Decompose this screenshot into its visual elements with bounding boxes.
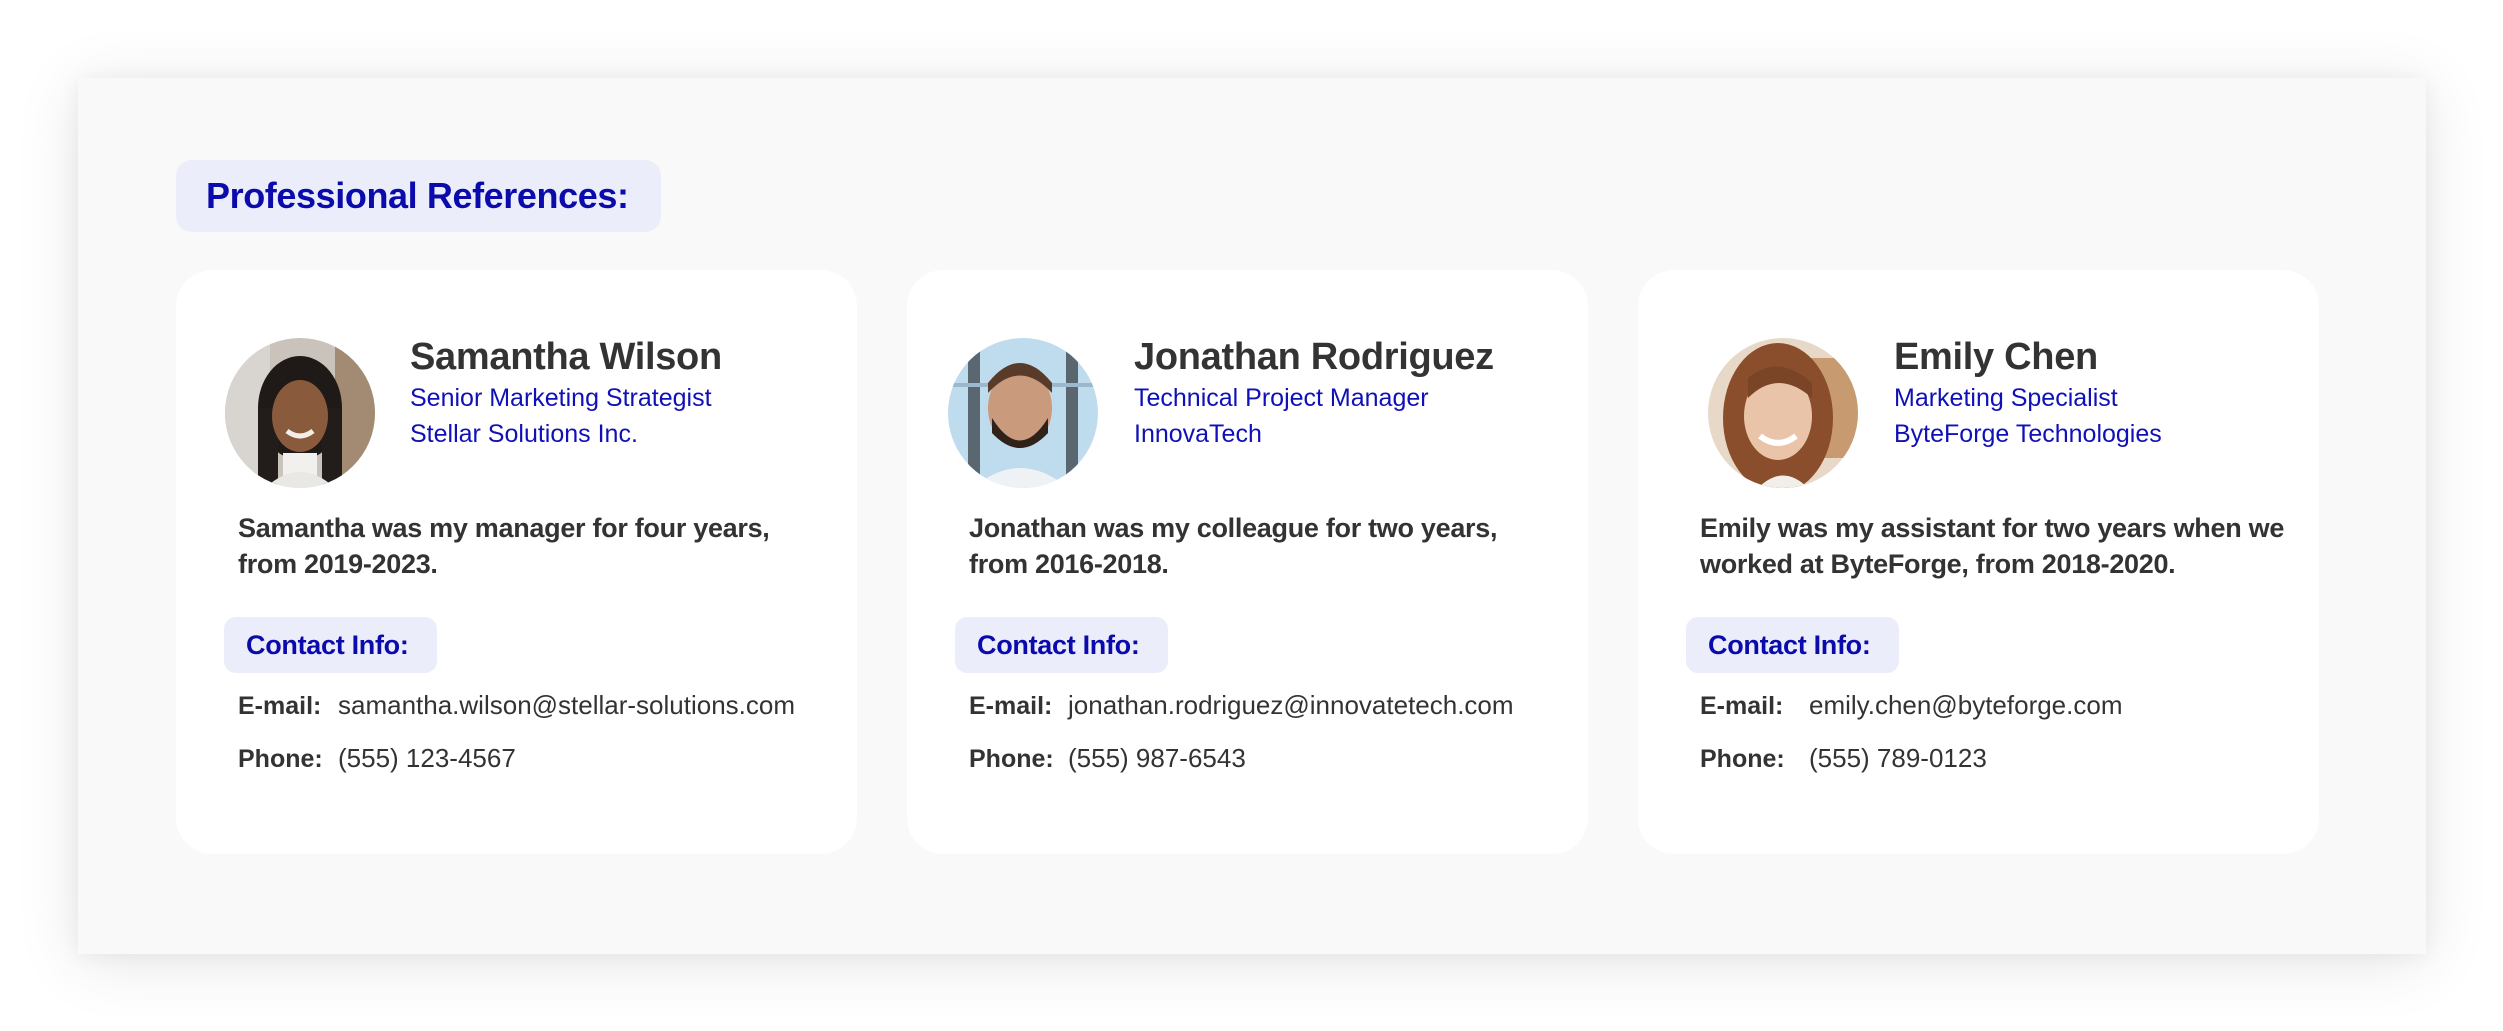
reference-title: Marketing Specialist [1894,384,2118,412]
reference-title: Technical Project Manager [1134,384,1429,412]
reference-company: Stellar Solutions Inc. [410,420,638,448]
person-photo-icon [225,338,375,488]
reference-card: Samantha Wilson Senior Marketing Strateg… [176,270,857,854]
contact-rows: E-mail: emily.chen@byteforge.com Phone: … [1700,690,2123,796]
contact-info-heading: Contact Info: [955,617,1168,673]
reference-card: Jonathan Rodriguez Technical Project Man… [907,270,1588,854]
reference-name: Jonathan Rodriguez [1134,336,1494,378]
avatar [948,338,1098,488]
reference-description: Emily was my assistant for two years whe… [1700,513,2285,579]
phone-row: Phone: (555) 987-6543 [969,743,1514,796]
contact-info-heading: Contact Info: [224,617,437,673]
phone-row: Phone: (555) 789-0123 [1700,743,2123,796]
avatar [225,338,375,488]
reference-company: ByteForge Technologies [1894,420,2162,448]
reference-card: Emily Chen Marketing Specialist ByteForg… [1638,270,2319,854]
reference-name: Samantha Wilson [410,336,722,378]
contact-rows: E-mail: samantha.wilson@stellar-solution… [238,690,795,796]
phone-link[interactable]: (555) 987-6543 [1068,743,1246,774]
phone-label: Phone: [238,745,323,773]
reference-title: Senior Marketing Strategist [410,384,712,412]
phone-link[interactable]: (555) 123-4567 [338,743,516,774]
reference-header: Jonathan Rodriguez Technical Project Man… [1134,334,1494,452]
contact-rows: E-mail: jonathan.rodriguez@innovatetech.… [969,690,1514,796]
reference-description: Samantha was my manager for four years, … [238,513,770,579]
references-page: Professional References: Samantha Wilson… [78,78,2426,954]
reference-header: Samantha Wilson Senior Marketing Strateg… [410,334,722,452]
email-row: E-mail: emily.chen@byteforge.com [1700,690,2123,743]
person-photo-icon [948,338,1098,488]
email-row: E-mail: jonathan.rodriguez@innovatetech.… [969,690,1514,743]
reference-description: Jonathan was my colleague for two years,… [969,513,1498,579]
reference-cards: Samantha Wilson Senior Marketing Strateg… [176,270,2319,854]
email-link[interactable]: jonathan.rodriguez@innovatetech.com [1068,690,1514,721]
phone-label: Phone: [969,745,1054,773]
reference-header: Emily Chen Marketing Specialist ByteForg… [1894,334,2162,452]
phone-link[interactable]: (555) 789-0123 [1809,743,1987,774]
email-link[interactable]: emily.chen@byteforge.com [1809,690,2123,721]
contact-info-heading: Contact Info: [1686,617,1899,673]
person-photo-icon [1708,338,1858,488]
reference-company: InnovaTech [1134,420,1262,448]
email-row: E-mail: samantha.wilson@stellar-solution… [238,690,795,743]
email-label: E-mail: [969,692,1053,720]
email-link[interactable]: samantha.wilson@stellar-solutions.com [338,690,795,721]
email-label: E-mail: [1700,692,1784,720]
avatar [1708,338,1858,488]
phone-row: Phone: (555) 123-4567 [238,743,795,796]
email-label: E-mail: [238,692,322,720]
reference-name: Emily Chen [1894,336,2098,378]
phone-label: Phone: [1700,745,1785,773]
section-title: Professional References: [176,160,661,232]
